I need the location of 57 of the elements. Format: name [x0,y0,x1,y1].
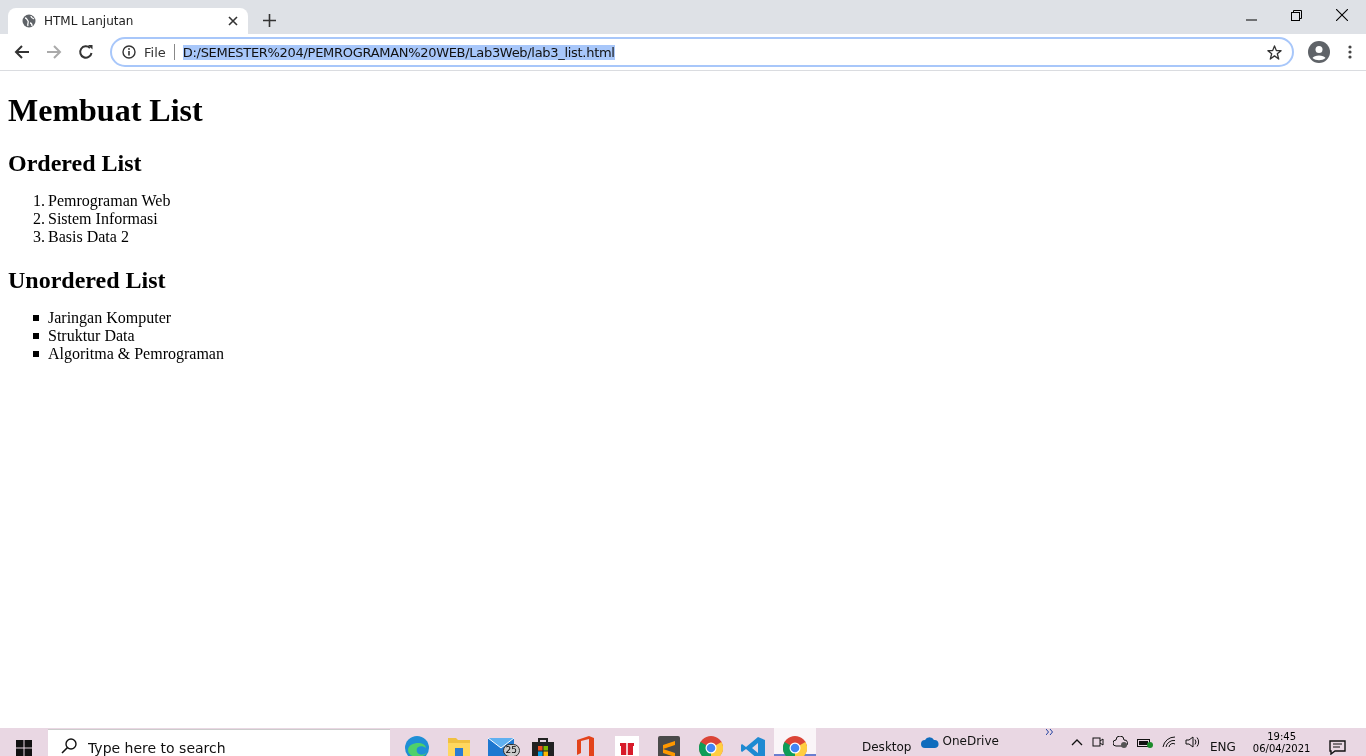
list-item: Struktur Data [48,327,135,344]
back-icon[interactable] [14,44,30,60]
scheme-label: File [144,44,166,60]
new-tab-icon[interactable] [263,14,276,27]
list-item: Sistem Informasi [48,210,158,227]
windows-logo-icon[interactable] [16,740,32,756]
list-item: Jaringan Komputer [48,309,172,326]
language-indicator[interactable]: ENG [1209,740,1236,754]
page-heading: Membuat List [8,92,204,129]
list-number: 1. [33,192,45,210]
onedrive-toolbar-label[interactable]: OneDrive [942,734,999,748]
tab-title: HTML Lanjutan [44,14,135,28]
list-number: 3. [33,228,45,246]
close-tab-icon[interactable] [228,16,238,26]
chevron-icon[interactable] [1045,729,1054,735]
taskbar-search-field[interactable]: Type here to search [48,729,390,756]
section-heading: Ordered List [8,149,143,177]
section-heading: Unordered List [8,266,167,294]
chrome-icon [699,736,723,756]
globe-icon [22,14,36,28]
shopping-bag-icon [532,736,554,756]
browser-tab[interactable]: HTML Lanjutan [8,8,248,34]
address-bar[interactable]: File D:/SEMESTER%204/PEMROGRAMAN%20WEB/Lab3Web/lab3_list.html [110,37,1294,67]
list-number: 2. [33,210,45,228]
chrome-icon [783,736,807,756]
bookmark-star-icon[interactable] [1267,44,1282,60]
list-item: Algoritma & Pemrograman [48,345,224,362]
code-editor-icon [741,736,765,756]
speaker-icon[interactable] [1184,736,1201,748]
clock-date: 06/04/2021 [1252,743,1311,755]
folder-icon [447,736,471,756]
restore-icon[interactable] [1291,10,1302,21]
bullet-icon [33,315,39,321]
reload-icon[interactable] [78,44,94,60]
url-text: D:/SEMESTER%204/PEMROGRAMAN%20WEB/Lab3Web/lab3_list.html [182,44,615,60]
info-icon[interactable] [122,45,136,59]
menu-icon[interactable] [1348,45,1352,59]
wifi-icon[interactable] [1161,736,1176,748]
taskbar-app[interactable]: 25 [480,728,522,756]
swirl-icon [405,736,429,756]
desktop-toolbar-label[interactable]: Desktop [862,740,912,754]
camera-icon[interactable] [1091,736,1104,748]
cloud-icon [920,736,939,748]
caret-up-icon[interactable] [1070,738,1083,746]
clock-time: 19:45 [1267,731,1297,743]
search-icon [61,738,77,754]
cloud-sync-icon[interactable] [1112,736,1128,748]
list-item: Basis Data 2 [48,228,129,245]
battery-icon[interactable] [1136,736,1153,748]
profile-avatar-icon[interactable] [1308,41,1330,63]
close-icon[interactable] [1336,9,1348,21]
bullet-icon [33,333,39,339]
office-icon [575,736,595,756]
bullet-icon [33,351,39,357]
notification-icon[interactable] [1329,739,1347,755]
clock[interactable]: 19:45 06/04/2021 [1252,731,1311,755]
list-item: Pemrograman Web [48,192,171,209]
